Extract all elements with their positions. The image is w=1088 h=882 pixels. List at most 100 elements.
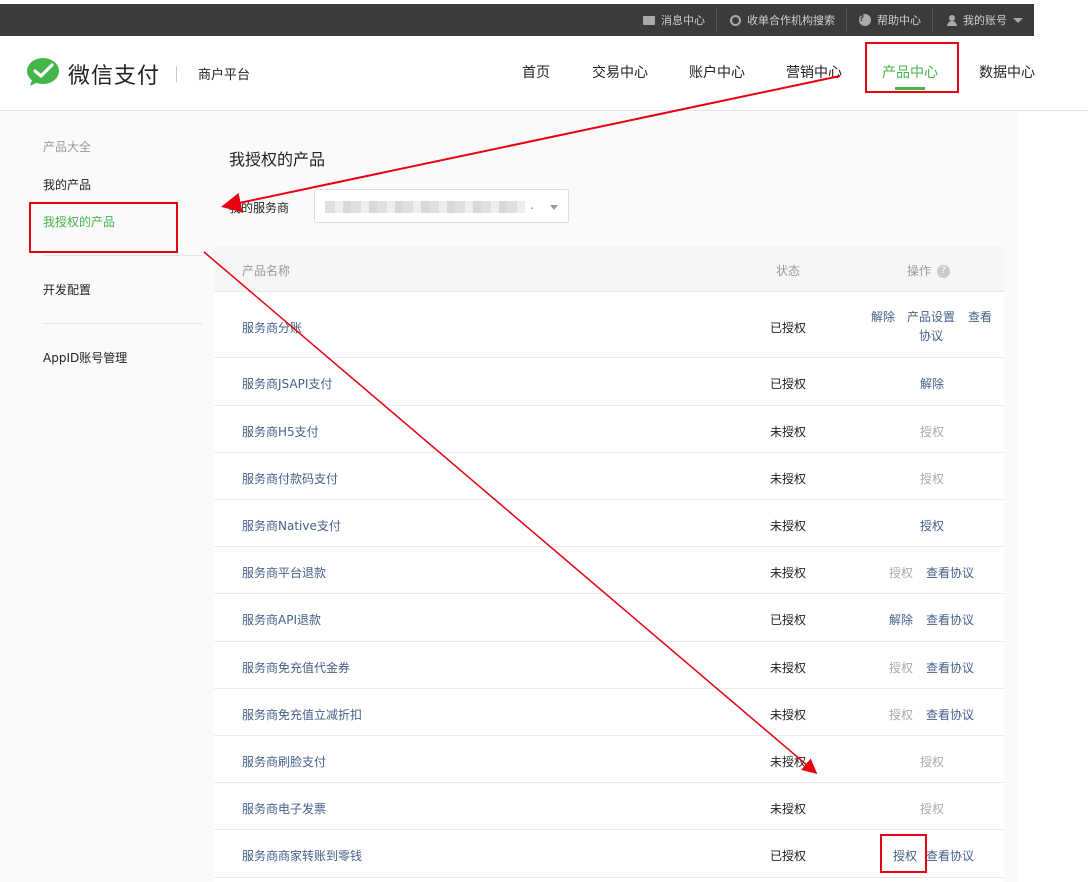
sidebar-item-authorized-products[interactable]: 我授权的产品 — [43, 213, 115, 230]
table-row: 服务商API退款 已授权 解除 查看协议 — [214, 594, 1004, 642]
action-link[interactable]: 授权 — [889, 706, 913, 723]
nav-marketing-center[interactable]: 营销中心 — [786, 62, 842, 82]
product-name-link[interactable]: 服务商免充值立减折扣 — [242, 706, 362, 723]
table-row: 服务商付款码支付 未授权 授权 — [214, 453, 1004, 500]
status-text: 已授权 — [770, 377, 807, 391]
table-row: 服务商商家转账到零钱 已授权 授权 查看协议 — [214, 830, 1004, 878]
divider — [176, 66, 177, 82]
nav-trade-center[interactable]: 交易中心 — [592, 62, 648, 82]
service-provider-label: 我的服务商 — [229, 201, 290, 215]
sidebar-item-my-products[interactable]: 我的产品 — [43, 176, 91, 193]
table-row: 服务商Native支付 未授权 授权 — [214, 500, 1004, 547]
product-name-link[interactable]: 服务商API退款 — [242, 611, 321, 628]
action-link[interactable]: 授权 — [893, 847, 917, 864]
action-link[interactable]: 产品设置 — [907, 308, 955, 325]
action-link[interactable]: 查看协议 — [926, 847, 974, 864]
product-name-link[interactable]: 服务商电子发票 — [242, 800, 326, 817]
product-name-link[interactable]: 服务商免充值代金券 — [242, 659, 350, 676]
table-header: 产品名称 状态 操作? — [214, 246, 1004, 292]
sidebar: 产品大全 我的产品 我授权的产品 开发配置 AppID账号管理 — [0, 112, 214, 882]
divider — [43, 255, 202, 256]
table-row: 服务商H5支付 未授权 授权 — [214, 406, 1004, 453]
table-row: 服务商免充值代金券 未授权 授权 查看协议 — [214, 642, 1004, 689]
user-icon — [947, 14, 957, 26]
status-text: 未授权 — [770, 802, 807, 816]
wechat-pay-logo-icon[interactable] — [26, 57, 60, 87]
action-link[interactable]: 查看协议 — [926, 706, 974, 723]
action-link[interactable]: 解除 — [920, 375, 944, 392]
mail-icon — [643, 15, 655, 25]
my-account-label: 我的账号 — [963, 14, 1007, 27]
status-text: 未授权 — [770, 519, 807, 533]
action-link[interactable]: 授权 — [889, 564, 913, 581]
table-row: 服务商刷脸支付 未授权 授权 — [214, 736, 1004, 783]
nav-account-center[interactable]: 账户中心 — [689, 62, 745, 82]
top-bar-strip: 消息中心 收单合作机构搜索 ? 帮助中心 我的账号 — [0, 4, 1034, 36]
brand-name[interactable]: 微信支付 — [68, 58, 160, 90]
brand-subtitle: 商户平台 — [198, 68, 251, 83]
status-text: 未授权 — [770, 755, 807, 769]
service-provider-select[interactable]: . — [314, 189, 569, 223]
divider — [716, 8, 717, 32]
action-link[interactable]: 授权 — [889, 659, 913, 676]
product-name-link[interactable]: 服务商JSAPI支付 — [242, 375, 332, 392]
sidebar-item-appid-management[interactable]: AppID账号管理 — [43, 349, 127, 366]
product-name-link[interactable]: 服务商商家转账到零钱 — [242, 847, 362, 864]
table-row: 服务商免充值立减折扣 未授权 授权 查看协议 — [214, 689, 1004, 736]
table-row: 服务商平台退款 未授权 授权 查看协议 — [214, 547, 1004, 594]
product-name-link[interactable]: 服务商Native支付 — [242, 517, 341, 534]
sidebar-item-dev-config[interactable]: 开发配置 — [43, 281, 91, 298]
column-header-actions-label: 操作 — [907, 264, 932, 278]
nav-data-center[interactable]: 数据中心 — [979, 62, 1035, 82]
active-nav-indicator — [895, 87, 925, 90]
chevron-down-icon — [550, 205, 558, 210]
status-text: 未授权 — [770, 661, 807, 675]
table-row: 服务商分账 已授权 解除 产品设置 查看协议 — [214, 293, 1004, 358]
divider — [932, 8, 933, 32]
help-icon[interactable]: ? — [937, 265, 951, 278]
status-text: 已授权 — [770, 849, 807, 863]
message-center-label: 消息中心 — [661, 14, 705, 27]
status-text: 未授权 — [770, 472, 807, 486]
product-name-link[interactable]: 服务商刷脸支付 — [242, 753, 326, 770]
top-bar: 消息中心 收单合作机构搜索 ? 帮助中心 我的账号 — [0, 0, 1088, 36]
action-link[interactable]: 查看协议 — [926, 611, 974, 628]
action-link[interactable]: 授权 — [920, 800, 944, 817]
action-link[interactable]: 查看协议 — [926, 564, 974, 581]
status-text: 未授权 — [770, 566, 807, 580]
blurred-value — [325, 201, 525, 213]
product-name-link[interactable]: 服务商付款码支付 — [242, 470, 338, 487]
sidebar-section-title: 产品大全 — [43, 140, 92, 154]
product-name-link[interactable]: 服务商平台退款 — [242, 564, 326, 581]
action-link[interactable]: 授权 — [920, 423, 944, 440]
status-text: 未授权 — [770, 425, 807, 439]
column-header-actions: 操作? — [907, 262, 951, 279]
action-link[interactable]: 授权 — [920, 517, 944, 534]
action-link[interactable]: 解除 — [871, 308, 895, 325]
status-text: 已授权 — [770, 321, 807, 335]
product-name-link[interactable]: 服务商H5支付 — [242, 423, 319, 440]
select-value-suffix: . — [530, 198, 534, 212]
message-center-link[interactable]: 消息中心 — [643, 4, 705, 36]
action-link[interactable]: 解除 — [889, 611, 913, 628]
chevron-down-icon — [1013, 17, 1023, 23]
my-account-dropdown[interactable]: 我的账号 — [947, 4, 1023, 36]
action-link[interactable]: 授权 — [920, 470, 944, 487]
action-link[interactable]: 查看 — [968, 308, 992, 325]
acquirer-search-link[interactable]: 收单合作机构搜索 — [730, 4, 835, 36]
help-icon: ? — [859, 14, 871, 26]
product-name-link[interactable]: 服务商分账 — [242, 319, 302, 336]
header: 微信支付 商户平台 首页 交易中心 账户中心 营销中心 产品中心 数据中心 — [0, 36, 1088, 111]
action-link[interactable]: 协议 — [919, 327, 943, 344]
action-link[interactable]: 查看协议 — [926, 659, 974, 676]
status-text: 未授权 — [770, 708, 807, 722]
nav-product-center[interactable]: 产品中心 — [882, 62, 938, 82]
action-link[interactable]: 授权 — [920, 753, 944, 770]
column-header-status: 状态 — [776, 264, 801, 278]
divider — [43, 323, 202, 324]
page-title: 我授权的产品 — [229, 150, 326, 169]
help-center-link[interactable]: ? 帮助中心 — [859, 4, 921, 36]
nav-home[interactable]: 首页 — [522, 62, 550, 82]
table-row: 服务商电子发票 未授权 授权 — [214, 783, 1004, 830]
acquirer-search-label: 收单合作机构搜索 — [747, 14, 835, 27]
